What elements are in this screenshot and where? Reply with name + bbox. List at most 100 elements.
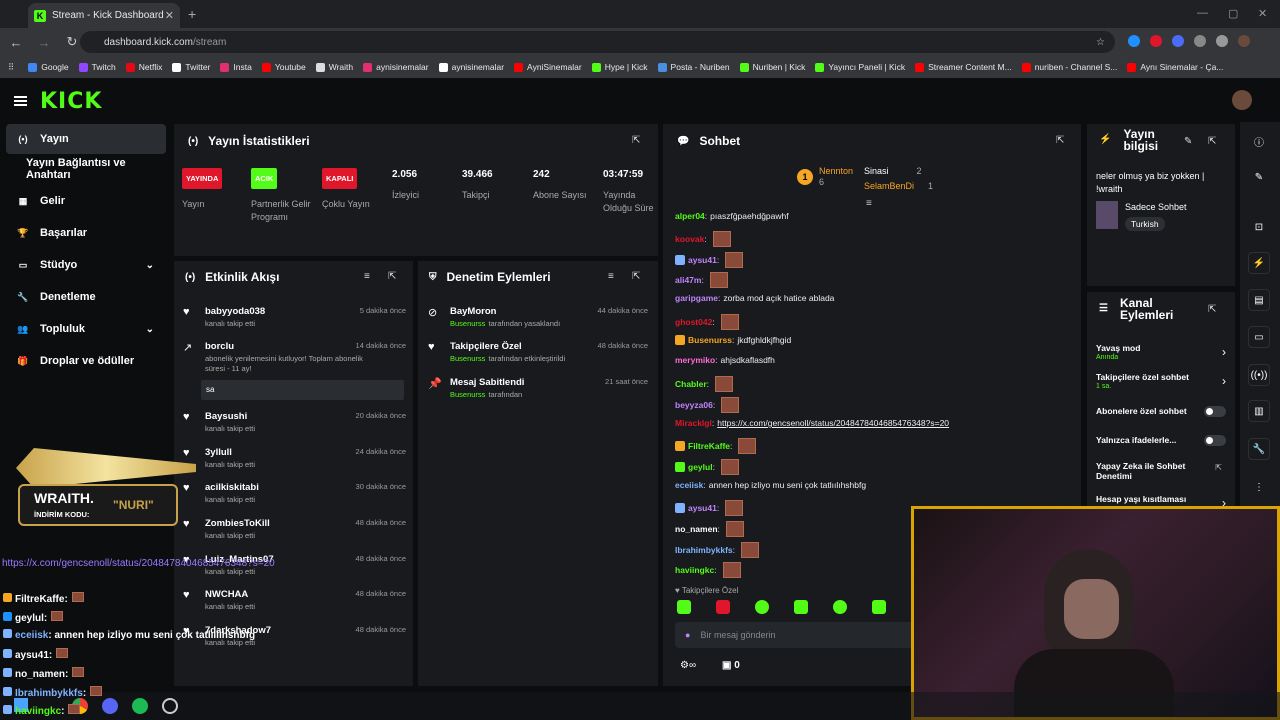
chat-username[interactable]: ali47m <box>675 275 701 285</box>
bookmark-item[interactable]: Youtube <box>261 62 306 72</box>
emote-icon[interactable] <box>794 600 808 614</box>
toggle-switch[interactable] <box>1204 406 1226 417</box>
top-chatter[interactable]: Sinasi 2 <box>864 166 922 176</box>
kick-logo[interactable]: KICK <box>40 89 102 114</box>
extension-icon[interactable] <box>1150 35 1162 47</box>
chevron-down-icon[interactable]: ⌄ <box>146 260 154 271</box>
chat-username[interactable]: Ibrahimbykkfs <box>675 545 733 555</box>
top-chatter[interactable]: 1 Nennton 6 <box>797 166 853 188</box>
chat-username[interactable]: koovak <box>675 234 704 244</box>
bookmark-item[interactable]: nuriben - Channel S... <box>1021 62 1117 72</box>
bookmark-item[interactable]: aynisinemalar <box>438 62 504 72</box>
viewer-settings-icon[interactable]: ⚙∞ <box>680 660 696 671</box>
bookmark-item[interactable]: Streamer Content M... <box>915 62 1012 72</box>
chat-username[interactable]: Miracklgl <box>675 418 712 428</box>
chat-username[interactable]: ghost042 <box>675 317 712 327</box>
maximize-icon[interactable]: ▢ <box>1228 7 1238 20</box>
bookmark-item[interactable]: Hype | Kick <box>591 62 648 72</box>
sidebar-item-8[interactable]: 🎁 Droplar ve ödüller <box>6 346 166 376</box>
apps-icon[interactable]: ⠿ <box>8 62 14 73</box>
url-field[interactable]: dashboard.kick.com/stream ☆ <box>80 31 1115 53</box>
channel-action-item[interactable]: Yavaş mod Anında › <box>1096 343 1226 361</box>
bookmark-star-icon[interactable]: ☆ <box>1096 37 1105 48</box>
category-name[interactable]: Sadece Sohbet <box>1125 202 1187 212</box>
top-chatter[interactable]: SelamBenDi 1 <box>864 181 933 191</box>
channel-action-item[interactable]: Yapay Zeka ile Sohbet Denetimi ⇱ <box>1096 461 1226 481</box>
browser-tab[interactable]: K Stream - Kick Dashboard ✕ <box>28 3 180 28</box>
sidebar-item-3[interactable]: ▦ Gelir <box>6 186 166 216</box>
bookmark-item[interactable]: aynisinemalar <box>363 62 429 72</box>
bookmark-item[interactable]: Nuriben | Kick <box>739 62 805 72</box>
close-window-icon[interactable]: ✕ <box>1258 7 1267 20</box>
bookmark-item[interactable]: AyniSinemalar <box>514 62 582 72</box>
chat-username[interactable]: aysu41 <box>688 503 717 513</box>
bookmark-item[interactable]: Aynı Sinemalar - Ça... <box>1127 62 1223 72</box>
sidebar-item-4[interactable]: 🏆 Başarılar <box>6 218 166 248</box>
lightning-icon[interactable]: ⚡ <box>1248 252 1270 274</box>
back-icon[interactable]: ← <box>4 35 28 50</box>
filter-icon[interactable]: ≡ <box>364 271 370 282</box>
bookmark-item[interactable]: Twitch <box>78 62 116 72</box>
popout-icon[interactable]: ⇱ <box>1208 136 1216 147</box>
language-tag[interactable]: Turkish <box>1125 217 1165 231</box>
edit-icon[interactable]: ✎ <box>1248 166 1270 188</box>
channel-action-item[interactable]: Hesap yaşı kısıtlaması › <box>1096 494 1226 510</box>
sidebar-item-1[interactable]: (•) Yayın <box>6 124 166 154</box>
popout-icon[interactable]: ⇱ <box>388 271 396 282</box>
bookmark-item[interactable]: Netflix <box>125 62 162 72</box>
moderator-name[interactable]: Busenurss <box>450 354 485 363</box>
bookmark-item[interactable]: Google <box>28 62 69 72</box>
chat-username[interactable]: beyyza06 <box>675 400 713 410</box>
user-avatar[interactable] <box>1232 90 1252 110</box>
chat-icon[interactable]: ▭ <box>1248 326 1270 348</box>
bookmark-item[interactable]: Twitter <box>172 62 210 72</box>
chat-username[interactable]: no_namen <box>675 524 718 534</box>
popout-icon[interactable]: ⇱ <box>1056 135 1064 146</box>
mic-icon[interactable]: ● <box>685 630 690 640</box>
channel-action-item[interactable]: Abonelere özel sohbet <box>1096 406 1226 417</box>
menu-icon[interactable] <box>14 96 27 98</box>
chat-username[interactable]: Chabler <box>675 379 707 389</box>
chat-username[interactable]: haviingkc <box>675 565 714 575</box>
sidebar-icon[interactable] <box>1216 35 1228 47</box>
emote-icon[interactable] <box>755 600 769 614</box>
toggle-switch[interactable] <box>1204 435 1226 446</box>
obs-icon[interactable] <box>162 698 178 714</box>
minimize-icon[interactable]: — <box>1197 7 1208 19</box>
popout-icon[interactable]: ⇱ <box>632 135 640 146</box>
popout-icon[interactable]: ⇱ <box>1208 304 1216 315</box>
chat-settings-icon[interactable]: ≡ <box>866 198 872 209</box>
bookmark-item[interactable]: Wraith <box>315 62 353 72</box>
chat-username[interactable]: merymiko <box>675 355 715 365</box>
new-tab-button[interactable]: + <box>188 6 196 22</box>
sidebar-item-6[interactable]: 🔧 Denetleme <box>6 282 166 312</box>
emote-icon[interactable] <box>833 600 847 614</box>
info-icon[interactable]: ⓘ <box>1248 130 1270 152</box>
sidebar-item-7[interactable]: 👥 Topluluk ⌄ <box>6 314 166 344</box>
close-tab-icon[interactable]: ✕ <box>165 9 174 22</box>
emote-icon[interactable] <box>872 600 886 614</box>
record-icon[interactable]: ⊡ <box>1248 216 1270 238</box>
bookmark-item[interactable]: Posta - Nuriben <box>657 62 730 72</box>
chat-username[interactable]: geylul <box>688 462 713 472</box>
chat-message-input[interactable]: ● Bir mesaj gönderin <box>675 622 915 648</box>
sidebar-item-2[interactable]: Yayın Bağlantısı ve Anahtarı <box>6 154 172 184</box>
chat-username[interactable]: eceiisk <box>675 480 703 490</box>
emote-icon[interactable] <box>677 600 691 614</box>
chat-username[interactable]: aysu41 <box>688 255 717 265</box>
puzzle-icon[interactable] <box>1194 35 1206 47</box>
bookmark-item[interactable]: Yayıncı Paneli | Kick <box>815 62 905 72</box>
chat-username[interactable]: Busenurss <box>688 335 732 345</box>
emote-icon[interactable] <box>716 600 730 614</box>
chat-username[interactable]: alper04 <box>675 211 705 221</box>
chevron-down-icon[interactable]: ⌄ <box>146 324 154 335</box>
broadcast-icon[interactable]: ((•)) <box>1248 364 1270 386</box>
moderator-name[interactable]: Busenurss <box>450 319 485 328</box>
document-icon[interactable]: ▤ <box>1248 289 1270 311</box>
layers-icon[interactable]: ▥ <box>1248 400 1270 422</box>
channel-action-item[interactable]: Takipçilere özel sohbet 1 sa. › <box>1096 372 1226 390</box>
more-icon[interactable]: ⋮ <box>1248 476 1270 498</box>
channel-action-item[interactable]: Yalnızca ifadelerle... <box>1096 435 1226 446</box>
extension-icon[interactable] <box>1172 35 1184 47</box>
filter-icon[interactable]: ≡ <box>608 271 614 282</box>
